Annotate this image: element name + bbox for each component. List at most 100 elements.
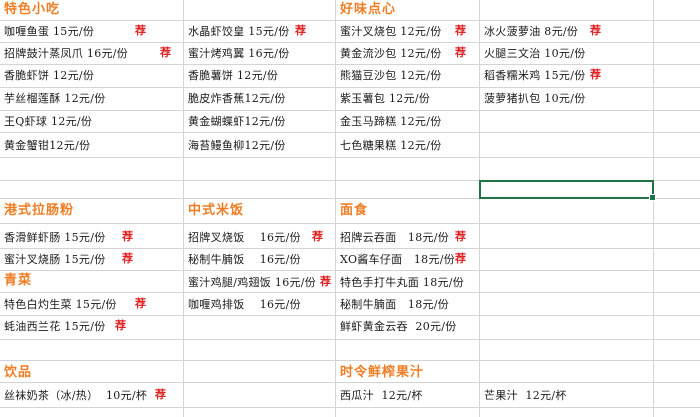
grid-row-line	[0, 110, 700, 111]
menu-item-cell[interactable]: 蜜汁叉烧肠 15元/份	[4, 253, 106, 267]
item-name: 黄金流沙包	[340, 47, 397, 60]
menu-item-cell[interactable]: XO酱车仔面 18元/份	[340, 253, 455, 267]
menu-item-cell[interactable]: 芋丝榴莲酥 12元/份	[4, 92, 106, 106]
selected-cell[interactable]	[479, 180, 656, 201]
item-price: 10元/杯	[106, 389, 148, 402]
item-price: 12元/份	[389, 92, 431, 105]
item-name: 特色手打牛丸面	[340, 276, 420, 289]
grid-row-line	[0, 339, 700, 340]
item-name: 王Q虾球	[4, 115, 48, 128]
menu-item-cell[interactable]: 火腿三文治 10元/份	[484, 47, 586, 61]
menu-item-cell[interactable]: 招牌叉烧饭 16元/份	[188, 231, 301, 245]
item-name: 冰火菠萝油	[484, 25, 541, 38]
grid-row-line	[0, 407, 700, 408]
recommend-mark: 荐	[312, 230, 323, 243]
item-price: 12元/份	[237, 69, 279, 82]
item-price: 8元/份	[544, 25, 579, 38]
recommend-mark: 荐	[115, 319, 126, 332]
item-price: 15元/份	[64, 253, 106, 266]
item-name: 海苔鳗鱼柳12元/份	[188, 139, 286, 152]
item-name: 西瓜汁	[340, 389, 374, 402]
menu-item-cell[interactable]: 稻香糯米鸡 15元/份	[484, 69, 586, 83]
section-header-juice: 时令鲜榨果汁	[340, 365, 425, 380]
item-price: 16元/份	[86, 47, 129, 60]
item-price: 15元/份	[53, 25, 95, 38]
section-header-chinese-rice: 中式米饭	[188, 203, 245, 218]
menu-item-cell[interactable]: 香脆薯饼 12元/份	[188, 69, 278, 83]
menu-item-cell[interactable]: 咖喱鱼蛋 15元/份	[4, 25, 94, 39]
menu-item-cell[interactable]: 咖喱鸡排饭 16元/份	[188, 298, 301, 312]
section-header-vegetables: 青菜	[4, 273, 33, 288]
item-name: 招牌鼓汁蒸凤爪	[4, 47, 84, 60]
menu-item-cell[interactable]: 特色白灼生菜 15元/份	[4, 298, 117, 312]
menu-item-cell[interactable]: 紫玉薯包 12元/份	[340, 92, 430, 106]
item-name: 香脆虾饼	[4, 69, 50, 82]
menu-item-cell[interactable]: 水晶虾饺皇 15元/份	[188, 25, 290, 39]
item-name: 丝袜奶茶（冰/热）	[4, 389, 99, 402]
grid-row-line	[0, 20, 700, 21]
recommend-mark: 荐	[590, 68, 601, 81]
menu-item-cell[interactable]: 王Q虾球 12元/份	[4, 115, 92, 129]
item-price: 12元/份	[53, 69, 95, 82]
menu-item-cell[interactable]: 黄金蝴蝶虾12元/份	[188, 115, 286, 129]
menu-item-cell[interactable]: 西瓜汁 12元/杯	[340, 389, 423, 403]
menu-item-cell[interactable]: 香滑鲜虾肠 15元/份	[4, 231, 106, 245]
menu-item-cell[interactable]: 招牌鼓汁蒸凤爪 16元/份	[4, 47, 128, 61]
item-name: 火腿三文治	[484, 47, 541, 60]
item-name: 芒果汁	[484, 389, 518, 402]
item-name: 黄金蝴蝶虾12元/份	[188, 115, 286, 128]
menu-item-cell[interactable]: 黄金蟹钳12元/份	[4, 139, 90, 153]
item-price: 18元/份	[407, 298, 450, 311]
menu-item-cell[interactable]: 蜜汁叉烧包 12元/份	[340, 25, 442, 39]
item-price: 12元/份	[400, 47, 442, 60]
recommend-mark: 荐	[455, 252, 466, 265]
item-price: 10元/份	[544, 92, 586, 105]
menu-item-cell[interactable]: 蜜汁烤鸡翼 16元/份	[188, 47, 290, 61]
section-header-noodles: 面食	[340, 203, 369, 218]
item-name: 特色白灼生菜	[4, 298, 72, 311]
menu-item-cell[interactable]: 鲜虾黄金云吞 20元/份	[340, 320, 457, 334]
menu-item-cell[interactable]: 秘制牛腩饭 16元/份	[188, 253, 301, 267]
item-price: 20元/份	[415, 320, 457, 333]
menu-item-cell[interactable]: 海苔鳗鱼柳12元/份	[188, 139, 286, 153]
section-header-hk-rice-roll: 港式拉肠粉	[4, 203, 75, 218]
item-price: 16元/份	[259, 298, 301, 311]
item-price: 12元/份	[51, 115, 93, 128]
menu-item-cell[interactable]: 黄金流沙包 12元/份	[340, 47, 442, 61]
menu-item-cell[interactable]: 秘制牛腩面 18元/份	[340, 298, 449, 312]
item-name: 芋丝榴莲酥	[4, 92, 61, 105]
item-price: 18元/份	[407, 231, 450, 244]
menu-item-cell[interactable]: 香脆虾饼 12元/份	[4, 69, 94, 83]
menu-item-cell[interactable]: 熊猫豆沙包 12元/份	[340, 69, 442, 83]
recommend-mark: 荐	[155, 388, 166, 401]
recommend-mark: 荐	[455, 46, 466, 59]
item-name: 鲜虾黄金云吞	[340, 320, 408, 333]
item-price: 18元/份	[422, 276, 465, 289]
menu-item-cell[interactable]: 冰火菠萝油 8元/份	[484, 25, 578, 39]
menu-item-cell[interactable]: 金玉马蹄糕 12元/份	[340, 115, 442, 129]
item-name: 七色糖果糕	[340, 139, 397, 152]
menu-item-cell[interactable]: 特色手打牛丸面 18元/份	[340, 276, 464, 290]
recommend-mark: 荐	[455, 24, 466, 37]
recommend-mark: 荐	[135, 297, 146, 310]
menu-item-cell[interactable]: 招牌云吞面 18元/份	[340, 231, 449, 245]
item-price: 12元/份	[400, 69, 442, 82]
grid-row-line	[0, 157, 700, 158]
menu-item-cell[interactable]: 脆皮炸香蕉12元/份	[188, 92, 286, 106]
section-header-dimsum: 好味点心	[340, 2, 397, 17]
menu-item-cell[interactable]: 芒果汁 12元/杯	[484, 389, 567, 403]
grid-row-line	[0, 292, 700, 293]
recommend-mark: 荐	[160, 46, 171, 59]
item-price: 16元/份	[259, 231, 301, 244]
menu-item-cell[interactable]: 蜜汁鸡腿/鸡翅饭 16元/份	[188, 276, 316, 290]
menu-item-cell[interactable]: 菠萝猪扒包 10元/份	[484, 92, 586, 106]
item-name: 秘制牛腩面	[340, 298, 397, 311]
item-name: 咖喱鸡排饭	[188, 298, 245, 311]
item-price: 16元/份	[248, 47, 290, 60]
menu-item-cell[interactable]: 七色糖果糕 12元/份	[340, 139, 442, 153]
item-price: 15元/份	[248, 25, 290, 38]
menu-item-cell[interactable]: 蚝油西兰花 15元/份	[4, 320, 106, 334]
item-name: 紫玉薯包	[340, 92, 386, 105]
menu-item-cell[interactable]: 丝袜奶茶（冰/热） 10元/杯	[4, 389, 147, 403]
item-name: 秘制牛腩饭	[188, 253, 245, 266]
